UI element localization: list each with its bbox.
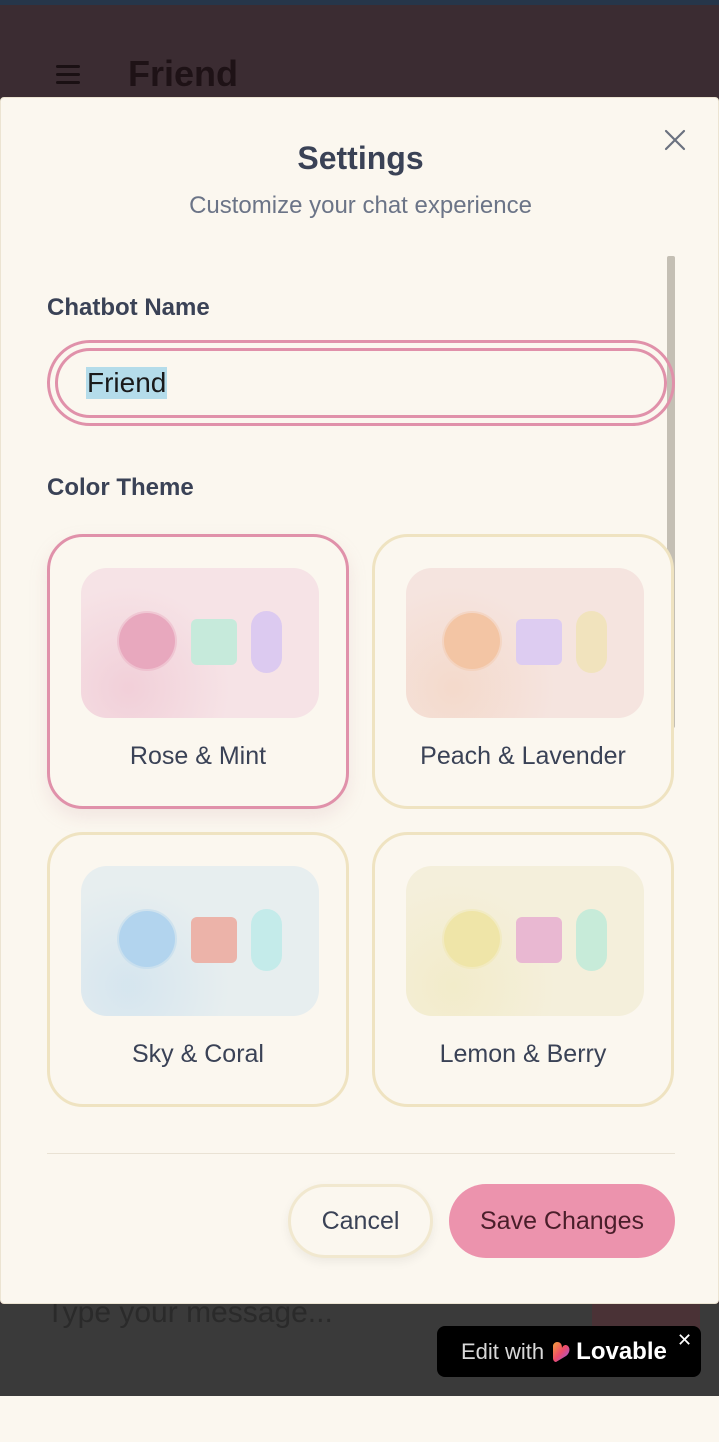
theme-card-lemon-berry[interactable]: Lemon & Berry (372, 832, 674, 1107)
theme-label: Lemon & Berry (439, 1040, 607, 1068)
preview-square (191, 917, 237, 963)
preview-circle (444, 613, 500, 669)
theme-preview (81, 568, 319, 718)
modal-subtitle: Customize your chat experience (189, 192, 532, 219)
cancel-button[interactable]: Cancel (288, 1184, 433, 1258)
app-header: Friend (0, 5, 719, 97)
preview-circle (444, 911, 500, 967)
divider (47, 1153, 675, 1154)
preview-pill (251, 909, 282, 971)
theme-card-peach-lavender[interactable]: Peach & Lavender (372, 534, 674, 809)
app-title: Friend (128, 53, 239, 94)
theme-card-rose-mint[interactable]: Rose & Mint (47, 534, 349, 809)
badge-close-icon[interactable]: ✕ (677, 1330, 692, 1351)
theme-card-sky-coral[interactable]: Sky & Coral (47, 832, 349, 1107)
menu-icon[interactable] (56, 65, 80, 84)
lovable-logo-icon (553, 1341, 570, 1362)
chatbot-name-field-focus-ring: Friend (47, 340, 675, 426)
save-changes-button[interactable]: Save Changes (449, 1184, 675, 1258)
chatbot-name-label: Chatbot Name (47, 294, 210, 321)
lovable-badge[interactable]: Edit with Lovable (437, 1326, 701, 1377)
preview-pill (576, 909, 607, 971)
theme-preview (406, 568, 644, 718)
theme-label: Rose & Mint (129, 742, 267, 770)
chatbot-name-input[interactable]: Friend (55, 348, 667, 418)
page-bottom (0, 1396, 719, 1442)
preview-square (516, 917, 562, 963)
theme-preview (81, 866, 319, 1016)
preview-square (191, 619, 237, 665)
modal-title: Settings (297, 140, 424, 176)
preview-square (516, 619, 562, 665)
preview-pill (251, 611, 282, 673)
chatbot-name-value: Friend (86, 367, 168, 399)
color-theme-label: Color Theme (47, 474, 194, 501)
theme-label: Sky & Coral (132, 1040, 264, 1068)
badge-brand: Lovable (576, 1337, 667, 1365)
theme-preview (406, 866, 644, 1016)
badge-prefix: Edit with (461, 1338, 545, 1364)
settings-modal: Settings Customize your chat experience … (0, 97, 719, 1304)
preview-pill (576, 611, 607, 673)
preview-circle (119, 613, 175, 669)
preview-circle (119, 911, 175, 967)
theme-label: Peach & Lavender (420, 742, 626, 770)
